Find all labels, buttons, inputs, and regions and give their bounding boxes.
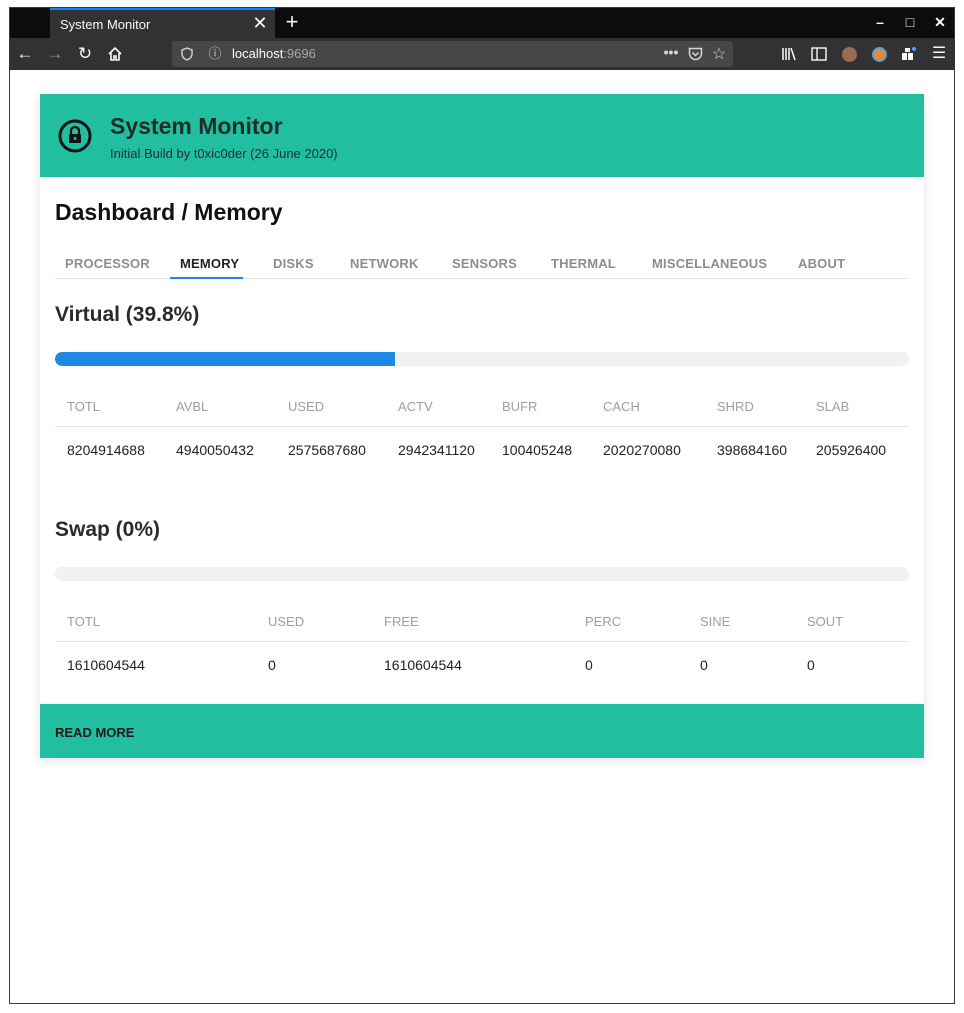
tab-memory[interactable]: MEMORY bbox=[180, 256, 239, 271]
table-cell: 100405248 bbox=[502, 442, 573, 458]
lock-icon bbox=[58, 119, 92, 153]
table-cell: 1610604544 bbox=[384, 657, 462, 673]
table-cell: 0 bbox=[807, 657, 815, 673]
card-header: System Monitor Initial Build by t0xic0de… bbox=[40, 94, 924, 177]
tab-bar: System Monitor ✕ + – □ ✕ bbox=[10, 8, 954, 38]
table-header-cell: USED bbox=[288, 399, 325, 414]
url-text[interactable]: localhost:9696 bbox=[232, 46, 316, 61]
table-cell: 0 bbox=[585, 657, 593, 673]
url-bar[interactable]: ⓘ localhost:9696 ••• ☆ bbox=[172, 41, 733, 67]
sidebar-icon[interactable] bbox=[808, 44, 830, 64]
page-title: Dashboard / Memory bbox=[55, 199, 283, 225]
pocket-icon[interactable] bbox=[684, 44, 706, 64]
table-header-cell: AVBL bbox=[176, 399, 209, 414]
virtual-title: Virtual (39.8%) bbox=[55, 303, 200, 326]
tab-close-icon[interactable]: ✕ bbox=[250, 13, 270, 34]
table-cell: 8204914688 bbox=[67, 442, 145, 458]
new-tab-button[interactable]: + bbox=[280, 9, 304, 35]
info-icon[interactable]: ⓘ bbox=[206, 45, 224, 63]
shield-icon[interactable] bbox=[178, 45, 196, 66]
table-cell: 2020270080 bbox=[603, 442, 681, 458]
menu-icon[interactable]: ☰ bbox=[928, 44, 950, 64]
tab-about[interactable]: ABOUT bbox=[798, 256, 845, 271]
read-more-link[interactable]: READ MORE bbox=[55, 725, 134, 740]
table-cell: 2942341120 bbox=[398, 442, 475, 458]
table-header-cell: TOTL bbox=[67, 614, 100, 629]
tab-thermal[interactable]: THERMAL bbox=[551, 256, 616, 271]
table-header-cell: BUFR bbox=[502, 399, 538, 414]
table-header-cell: SOUT bbox=[807, 614, 844, 629]
virtual-table-header: TOTL AVBL USED ACTV BUFR CACH SHRD SLAB bbox=[55, 392, 909, 427]
swap-progress-bar bbox=[55, 567, 909, 581]
swap-table-header: TOTL USED FREE PERC SINE SOUT bbox=[55, 607, 909, 642]
swap-title: Swap (0%) bbox=[55, 518, 161, 541]
table-cell: 0 bbox=[268, 657, 276, 673]
tab-network[interactable]: NETWORK bbox=[350, 256, 419, 271]
home-icon[interactable] bbox=[103, 43, 127, 65]
forward-icon[interactable]: → bbox=[43, 43, 67, 65]
table-cell: 4940050432 bbox=[176, 442, 254, 458]
table-cell: 205926400 bbox=[816, 442, 887, 458]
virtual-progress-bar bbox=[55, 352, 909, 366]
extension-icon[interactable] bbox=[872, 47, 887, 62]
extensions-grid-icon[interactable] bbox=[898, 44, 920, 64]
table-header-cell: USED bbox=[268, 614, 305, 629]
back-icon[interactable]: ← bbox=[13, 43, 37, 65]
tab-processor[interactable]: PROCESSOR bbox=[65, 256, 150, 271]
table-header-cell: ACTV bbox=[398, 399, 433, 414]
minimize-button[interactable]: – bbox=[870, 14, 890, 30]
virtual-progress-fill bbox=[55, 352, 395, 366]
library-icon[interactable] bbox=[778, 44, 800, 64]
bookmark-star-icon[interactable]: ☆ bbox=[708, 44, 730, 64]
browser-tab[interactable]: System Monitor ✕ bbox=[50, 8, 275, 38]
table-header-cell: SLAB bbox=[816, 399, 850, 414]
table-cell: 1610604544 bbox=[67, 657, 145, 673]
page-actions-icon[interactable]: ••• bbox=[660, 44, 682, 60]
maximize-button[interactable]: □ bbox=[900, 14, 920, 30]
table-header-cell: CACH bbox=[603, 399, 640, 414]
account-avatar-icon[interactable] bbox=[842, 47, 857, 62]
tab-sensors[interactable]: SENSORS bbox=[452, 256, 517, 271]
active-tab-indicator bbox=[170, 277, 243, 279]
app-title: System Monitor bbox=[110, 113, 283, 139]
reload-icon[interactable]: ↻ bbox=[73, 43, 97, 65]
card-footer: READ MORE bbox=[40, 704, 924, 758]
table-header-cell: PERC bbox=[585, 614, 622, 629]
table-header-cell: SHRD bbox=[717, 399, 754, 414]
url-port: :9696 bbox=[283, 46, 316, 61]
monitor-card: System Monitor Initial Build by t0xic0de… bbox=[40, 94, 924, 758]
section-tabs: PROCESSOR MEMORY DISKS NETWORK SENSORS T… bbox=[55, 246, 909, 279]
tab-miscellaneous[interactable]: MISCELLANEOUS bbox=[652, 256, 767, 271]
table-header-cell: SINE bbox=[700, 614, 731, 629]
tab-title: System Monitor bbox=[60, 17, 151, 32]
close-window-button[interactable]: ✕ bbox=[930, 14, 950, 31]
tab-disks[interactable]: DISKS bbox=[273, 256, 314, 271]
table-cell: 398684160 bbox=[717, 442, 788, 458]
navigation-bar: ← → ↻ ⓘ localhost:9696 ••• ☆ ☰ bbox=[10, 38, 954, 70]
url-host: localhost bbox=[232, 46, 284, 61]
table-cell: 0 bbox=[700, 657, 708, 673]
table-header-cell: FREE bbox=[384, 614, 419, 629]
table-cell: 2575687680 bbox=[288, 442, 366, 458]
app-subtitle: Initial Build by t0xic0der (26 June 2020… bbox=[110, 146, 338, 161]
table-header-cell: TOTL bbox=[67, 399, 100, 414]
